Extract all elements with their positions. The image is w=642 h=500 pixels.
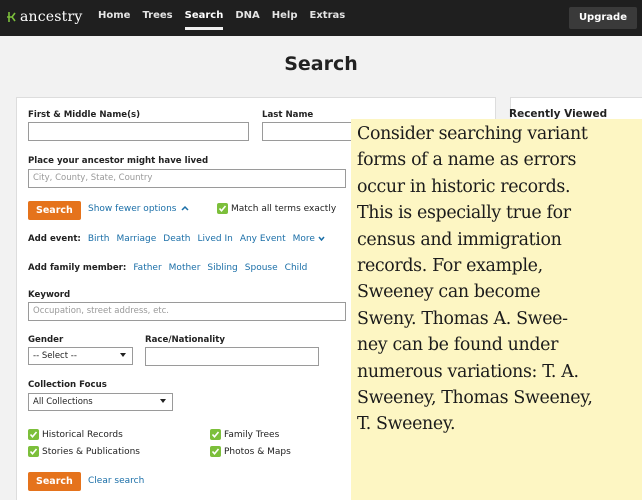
place-input[interactable]: City, County, State, Country [28, 169, 346, 188]
race-input[interactable] [145, 347, 319, 366]
leaf-logo-icon [7, 12, 16, 22]
checkmark-icon [28, 446, 39, 457]
nav-home[interactable]: Home [98, 10, 130, 30]
bottom-search-button[interactable]: Search [28, 472, 81, 491]
fewer-options-label: Show fewer options [88, 204, 177, 214]
tip-line: Sweeney can become [357, 282, 541, 303]
tip-line: Sweny. Thomas A. Swee- [357, 308, 568, 329]
family-sibling[interactable]: Sibling [207, 263, 237, 273]
main-nav: Home Trees Search DNA Help Extras [98, 10, 345, 30]
tip-line: forms of a name as errors [357, 150, 577, 171]
family-father[interactable]: Father [133, 263, 161, 273]
tip-line: This is especially true for [357, 203, 571, 224]
nav-help[interactable]: Help [272, 10, 298, 30]
collection-select[interactable]: All Collections [28, 393, 173, 411]
nav-trees[interactable]: Trees [142, 10, 172, 30]
historical-records-label: Historical Records [42, 430, 123, 440]
keyword-label: Keyword [28, 290, 71, 300]
match-all-checkbox[interactable]: Match all terms exactly [217, 203, 336, 214]
ancestry-logo[interactable]: ancestry [6, 7, 83, 27]
tip-line: ney can be found under [357, 335, 559, 356]
historical-records-checkbox[interactable]: Historical Records [28, 429, 123, 440]
logo-text: ancestry [20, 9, 83, 25]
top-nav-bar: ancestry Home Trees Search DNA Help Extr… [0, 0, 642, 36]
collection-label: Collection Focus [28, 380, 107, 390]
page-title: Search [284, 53, 358, 75]
caret-down-icon [120, 353, 126, 357]
nav-dna[interactable]: DNA [235, 10, 259, 30]
search-button[interactable]: Search [28, 201, 81, 220]
add-family-row: Add family member: Father Mother Sibling… [28, 263, 307, 273]
nav-extras[interactable]: Extras [310, 10, 346, 30]
stories-checkbox[interactable]: Stories & Publications [28, 446, 140, 457]
checkmark-icon [210, 446, 221, 457]
chevron-down-icon [318, 236, 325, 242]
add-family-label: Add family member: [28, 263, 127, 273]
name-variant-tip: Consider searching variant forms of a na… [351, 119, 642, 500]
checkmark-icon [217, 203, 228, 214]
stories-label: Stories & Publications [42, 447, 140, 457]
gender-label: Gender [28, 335, 64, 345]
gender-value: -- Select -- [33, 351, 77, 361]
first-name-input[interactable] [28, 122, 249, 141]
caret-down-icon [160, 399, 166, 403]
family-mother[interactable]: Mother [169, 263, 201, 273]
photos-maps-checkbox[interactable]: Photos & Maps [210, 446, 291, 457]
upgrade-button[interactable]: Upgrade [568, 7, 637, 29]
photos-maps-label: Photos & Maps [224, 447, 291, 457]
nav-search[interactable]: Search [184, 10, 224, 30]
event-more[interactable]: More [293, 234, 325, 244]
family-spouse[interactable]: Spouse [245, 263, 278, 273]
place-label: Place your ancestor might have lived [28, 156, 209, 166]
last-name-label: Last Name [262, 110, 314, 120]
fewer-options-link[interactable]: Show fewer options [88, 204, 189, 214]
gender-select[interactable]: -- Select -- [28, 347, 133, 365]
event-death[interactable]: Death [163, 234, 190, 244]
add-event-row: Add event: Birth Marriage Death Lived In… [28, 234, 325, 244]
chevron-up-icon [181, 205, 189, 211]
tip-line: Sweeney, Thomas Sweeney, [357, 388, 593, 409]
family-child[interactable]: Child [285, 263, 308, 273]
tip-line: T. Sweeney. [357, 414, 456, 435]
checkmark-icon [210, 429, 221, 440]
tip-line: Consider searching variant [357, 124, 588, 144]
first-name-label: First & Middle Name(s) [28, 110, 141, 120]
tip-line: records. For example, [357, 256, 543, 277]
checkmark-icon [28, 429, 39, 440]
event-any[interactable]: Any Event [240, 234, 286, 244]
event-birth[interactable]: Birth [88, 234, 110, 244]
tip-line: census and immigration [357, 229, 562, 250]
collection-value: All Collections [33, 397, 93, 407]
clear-search-link[interactable]: Clear search [88, 476, 144, 486]
add-event-label: Add event: [28, 234, 81, 244]
keyword-input[interactable]: Occupation, street address, etc. [28, 302, 346, 321]
family-trees-label: Family Trees [224, 430, 280, 440]
family-trees-checkbox[interactable]: Family Trees [210, 429, 279, 440]
race-label: Race/Nationality [145, 335, 225, 345]
event-marriage[interactable]: Marriage [116, 234, 156, 244]
event-lived-in[interactable]: Lived In [198, 234, 233, 244]
event-more-label: More [292, 234, 315, 244]
match-all-label: Match all terms exactly [231, 204, 337, 214]
tip-line: numerous variations: T. A. [357, 361, 579, 382]
tip-line: occur in historic records. [357, 176, 571, 197]
